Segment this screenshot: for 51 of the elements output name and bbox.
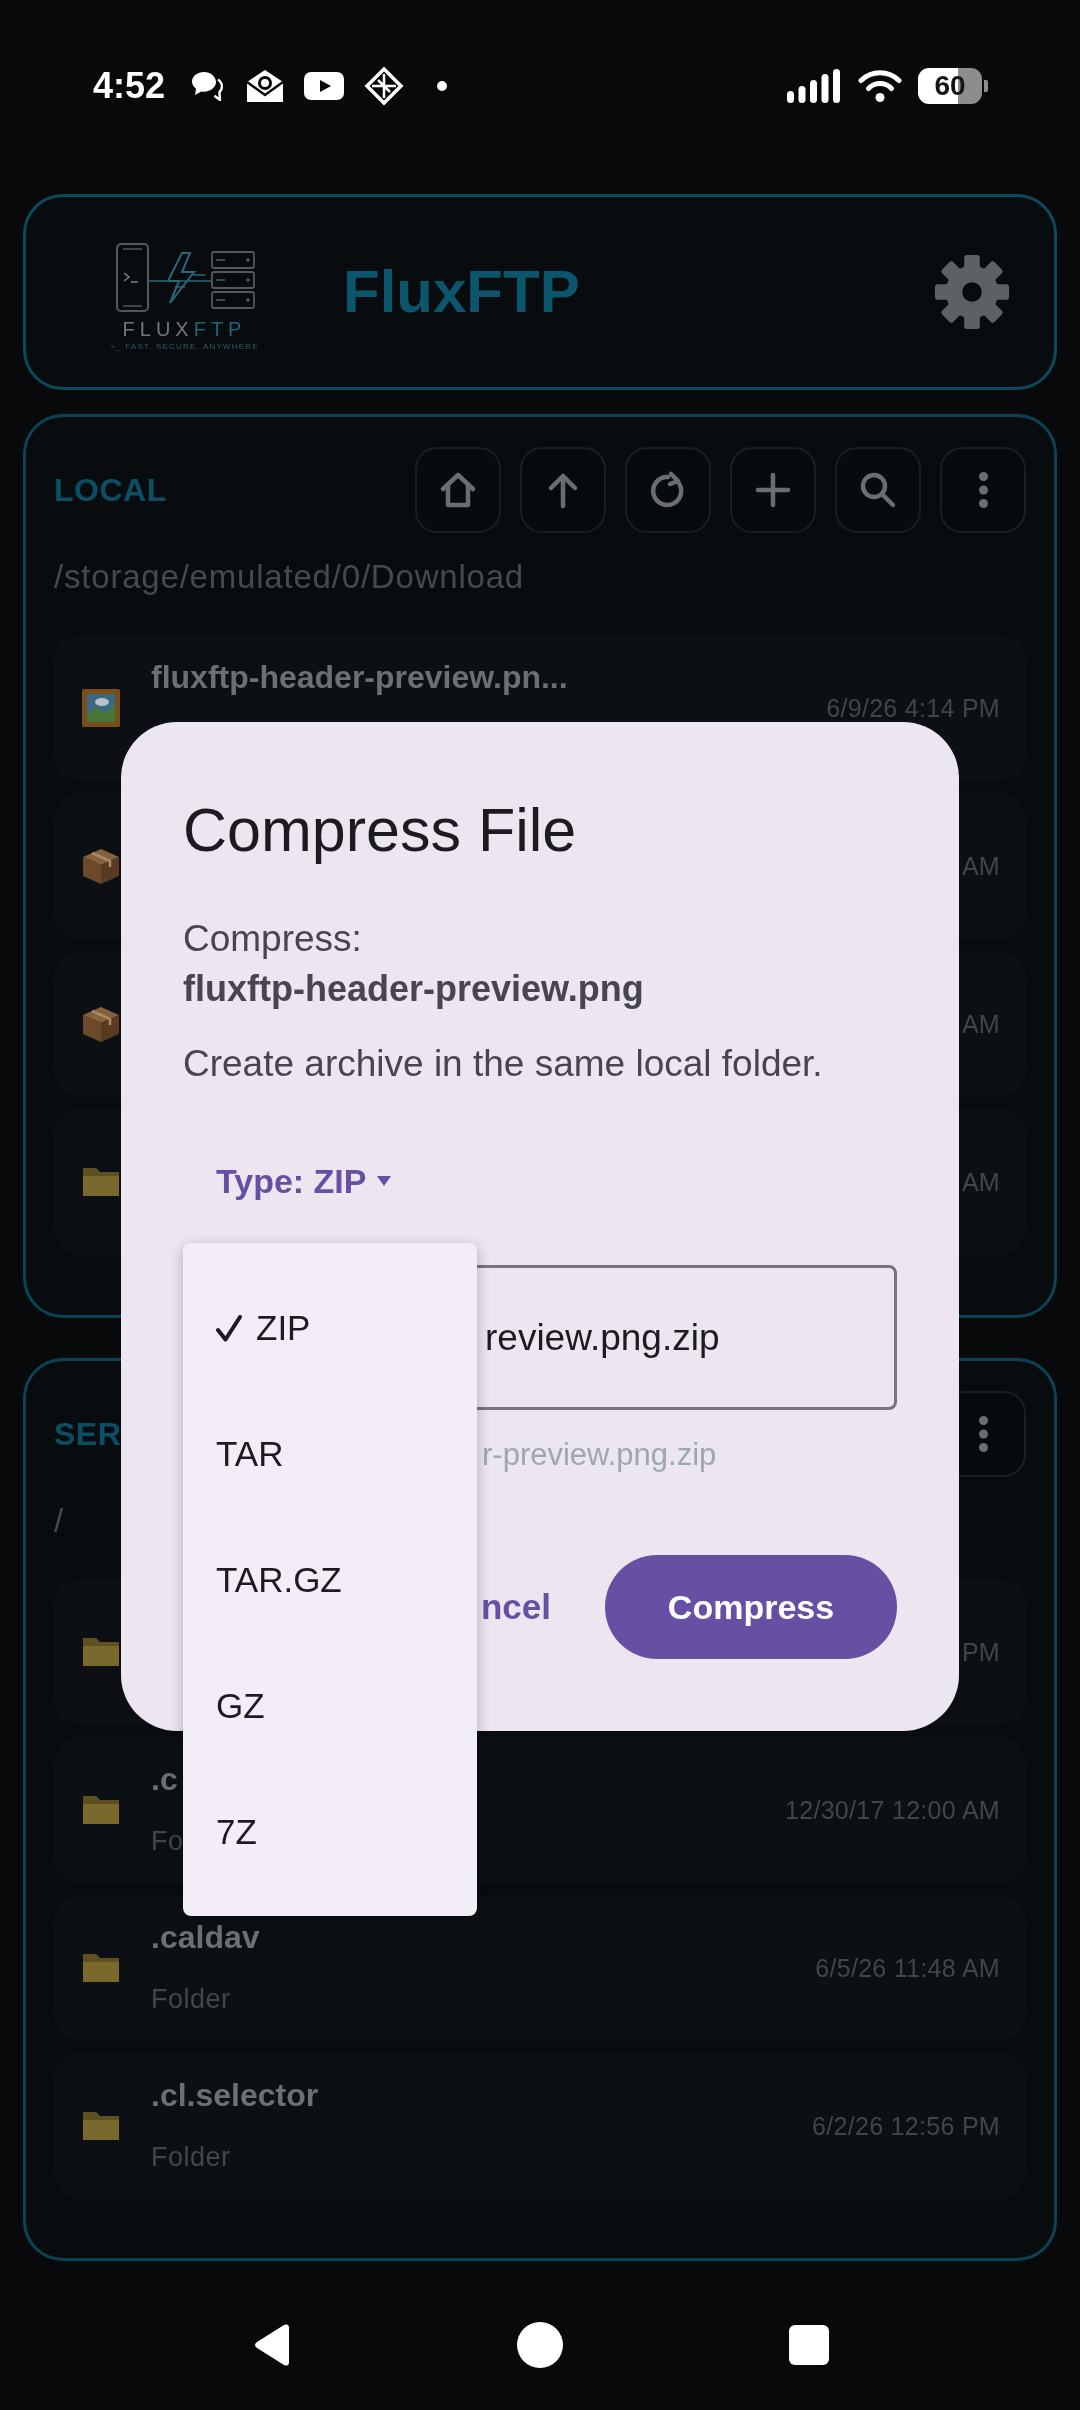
app-title: FluxFTP xyxy=(343,257,580,327)
cancel-button[interactable]: ncel xyxy=(474,1555,575,1659)
wifi-icon xyxy=(858,69,902,103)
search-button[interactable] xyxy=(835,447,921,533)
recents-button[interactable] xyxy=(789,2324,829,2365)
diamond-pattern-icon xyxy=(364,66,405,106)
mail-icon xyxy=(245,68,286,104)
check-icon xyxy=(216,1314,242,1342)
chat-bubble-icon xyxy=(191,71,224,101)
folder-path: /storage/emulated/0/Download xyxy=(54,557,524,597)
signal-icon xyxy=(787,69,841,103)
package-icon xyxy=(81,846,121,886)
more-icon xyxy=(978,472,988,508)
settings-icon xyxy=(933,253,1011,331)
file-name: fluxftp-header-preview.pn... xyxy=(151,658,568,697)
status-time: 4:52 xyxy=(93,66,166,106)
notification-dot-icon xyxy=(437,81,448,91)
settings-button[interactable] xyxy=(933,253,1011,331)
dialog-description: Create archive in the same local folder. xyxy=(183,1042,823,1086)
helper-text: r-preview.png.zip xyxy=(482,1436,717,1474)
search-icon xyxy=(858,470,898,510)
home-nav-button[interactable] xyxy=(517,2321,563,2368)
refresh-button[interactable] xyxy=(625,447,711,533)
add-button[interactable] xyxy=(730,447,816,533)
caret-icon xyxy=(376,1176,391,1186)
logo-wordmark: FLUX FTP xyxy=(122,317,247,340)
recents-square-icon xyxy=(789,2324,829,2365)
section-title: LOCAL xyxy=(54,471,167,510)
file-name: .cl.selector xyxy=(151,2076,319,2115)
battery-indicator: 60 xyxy=(918,68,988,104)
logo-tagline: >_ FAST. SECURE. ANYWHERE xyxy=(110,341,259,352)
more-icon xyxy=(978,1416,988,1452)
file-name: fluxftp-header-preview.png xyxy=(183,967,644,1011)
video-play-icon xyxy=(304,72,345,100)
menu-item[interactable]: ZIP xyxy=(183,1265,477,1391)
home-circle-icon xyxy=(517,2321,563,2368)
menu-item[interactable]: TAR.GZ xyxy=(183,1517,477,1643)
home-button[interactable] xyxy=(415,447,501,533)
compress-button[interactable]: Compress xyxy=(605,1555,897,1659)
home-icon xyxy=(438,470,478,510)
up-button[interactable] xyxy=(520,447,606,533)
file-name: .caldav xyxy=(151,1918,260,1957)
compress-label: Compress: xyxy=(183,917,362,961)
section-title: SER xyxy=(54,1415,122,1454)
picture-icon xyxy=(81,688,121,728)
package-icon xyxy=(81,1004,121,1044)
type-dropdown-button[interactable]: Type: ZIP xyxy=(183,1139,415,1223)
file-name: .c xyxy=(151,1760,178,1799)
folder-path: / xyxy=(54,1501,64,1541)
plus-icon xyxy=(753,470,793,510)
dialog-title: Compress File xyxy=(183,795,577,866)
